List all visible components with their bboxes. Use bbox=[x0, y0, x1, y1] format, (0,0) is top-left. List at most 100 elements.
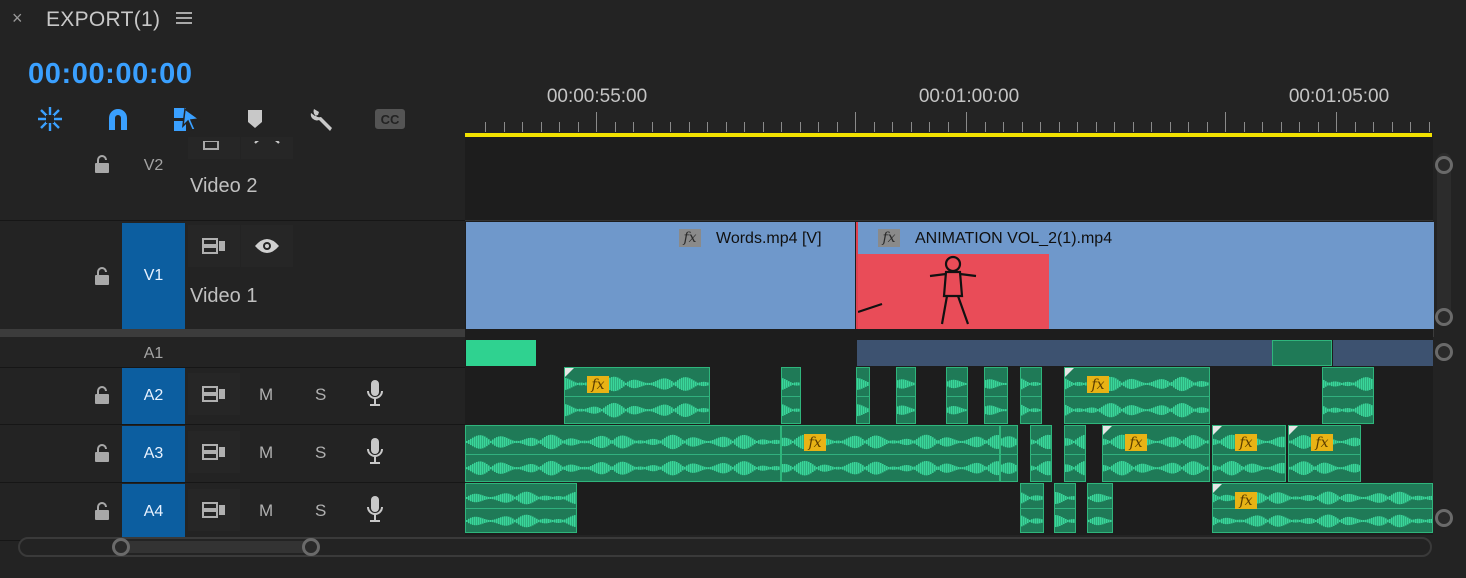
playhead-timecode[interactable]: 00:00:00:00 bbox=[28, 58, 193, 91]
audio-clip[interactable] bbox=[1000, 425, 1018, 482]
audio-clip[interactable] bbox=[1020, 367, 1042, 424]
audio-clip[interactable]: fx bbox=[1212, 483, 1433, 533]
ruler-tick bbox=[836, 122, 838, 132]
ruler-tick bbox=[910, 122, 912, 132]
ruler-tick bbox=[1428, 122, 1430, 132]
ruler-tick bbox=[762, 122, 764, 132]
video-clip-animation[interactable]: fx ANIMATION VOL_2(1).mp4 bbox=[856, 222, 1435, 329]
ruler-tick bbox=[929, 122, 930, 132]
transition-marker bbox=[1103, 426, 1112, 435]
audio-clip[interactable] bbox=[856, 367, 870, 424]
scroll-handle-top[interactable] bbox=[1435, 343, 1453, 361]
sync-lock-icon[interactable] bbox=[188, 431, 240, 473]
audio-clip-linked[interactable] bbox=[857, 340, 1272, 366]
fx-badge: fx bbox=[1311, 434, 1333, 451]
dancer-figure-icon bbox=[858, 255, 977, 325]
audio-clip[interactable] bbox=[466, 340, 536, 366]
audio-clip[interactable] bbox=[1054, 483, 1076, 533]
close-tab-button[interactable]: × bbox=[12, 8, 23, 29]
track-target-a1[interactable]: A1 bbox=[122, 343, 185, 365]
captions-icon[interactable]: CC bbox=[373, 104, 407, 134]
audio-clip[interactable] bbox=[1322, 367, 1374, 424]
ruler-tick bbox=[1003, 122, 1004, 132]
ruler-label: 00:00:55:00 bbox=[546, 86, 648, 107]
audio-clip[interactable] bbox=[1272, 340, 1332, 366]
track-label-v2: Video 2 bbox=[190, 175, 258, 197]
audio-clip-linked[interactable] bbox=[1333, 340, 1433, 366]
audio-clip[interactable] bbox=[896, 367, 916, 424]
ruler-tick bbox=[799, 122, 801, 132]
zoom-handle-right[interactable] bbox=[302, 538, 320, 556]
zoom-handle-left[interactable] bbox=[112, 538, 130, 556]
mute-button[interactable]: M bbox=[259, 501, 273, 521]
audio-clip[interactable]: fx bbox=[1288, 425, 1361, 482]
microphone-icon[interactable] bbox=[366, 495, 384, 523]
sync-lock-icon[interactable] bbox=[188, 489, 240, 531]
scroll-handle-top[interactable] bbox=[1435, 156, 1453, 174]
lock-icon[interactable] bbox=[92, 385, 112, 405]
video-clip-words[interactable]: fx Words.mp4 [V] bbox=[466, 222, 855, 329]
track-target-v2[interactable]: V2 bbox=[122, 149, 185, 183]
lock-icon[interactable] bbox=[92, 501, 112, 521]
scroll-handle-bottom[interactable] bbox=[1435, 308, 1453, 326]
audio-clip[interactable] bbox=[1030, 425, 1052, 482]
track-label-v1: Video 1 bbox=[190, 285, 258, 307]
scroll-handle-bottom[interactable] bbox=[1435, 509, 1453, 527]
lock-icon[interactable] bbox=[92, 443, 112, 463]
audio-clip[interactable] bbox=[781, 367, 801, 424]
ruler-tick bbox=[1114, 122, 1115, 132]
ruler-tick bbox=[1373, 122, 1374, 132]
lock-icon[interactable] bbox=[92, 154, 112, 174]
ruler-tick bbox=[1169, 122, 1171, 132]
audio-clip[interactable]: fx bbox=[564, 367, 710, 424]
track-header-a1: A1 bbox=[0, 337, 465, 368]
solo-button[interactable]: S bbox=[315, 501, 326, 521]
audio-clip[interactable] bbox=[1087, 483, 1113, 533]
track-header-v2: V2 Video 2 bbox=[0, 137, 465, 221]
solo-button[interactable]: S bbox=[315, 443, 326, 463]
solo-button[interactable]: S bbox=[315, 385, 326, 405]
track-target-a3[interactable]: A3 bbox=[122, 426, 185, 482]
add-marker-icon[interactable] bbox=[238, 104, 272, 134]
audio-clip[interactable]: fx bbox=[781, 425, 1000, 482]
sync-lock-icon[interactable] bbox=[188, 137, 240, 159]
svg-text:CC: CC bbox=[381, 112, 400, 127]
audio-clip[interactable] bbox=[984, 367, 1008, 424]
ruler-tick bbox=[1132, 122, 1134, 132]
eye-icon[interactable] bbox=[241, 225, 293, 267]
snap-magnet-icon[interactable] bbox=[101, 104, 135, 134]
ruler-label: 00:01:00:00 bbox=[918, 86, 1020, 107]
sync-lock-icon[interactable] bbox=[188, 225, 240, 267]
linked-selection-icon[interactable] bbox=[169, 104, 203, 134]
audio-clip[interactable] bbox=[1064, 425, 1086, 482]
track-target-a4[interactable]: A4 bbox=[122, 484, 185, 540]
audio-clip[interactable] bbox=[946, 367, 968, 424]
ruler-tick bbox=[1077, 122, 1078, 132]
ruler-tick bbox=[688, 122, 690, 132]
audio-clip[interactable] bbox=[465, 483, 577, 533]
horizontal-zoom-scrollbar[interactable] bbox=[18, 537, 1432, 557]
mute-button[interactable]: M bbox=[259, 385, 273, 405]
audio-clip[interactable]: fx bbox=[1102, 425, 1210, 482]
track-target-a2[interactable]: A2 bbox=[122, 368, 185, 424]
timeline-tracks-area[interactable]: fx Words.mp4 [V] fx ANIMATION VOL_2(1).m… bbox=[465, 137, 1435, 535]
microphone-icon[interactable] bbox=[366, 379, 384, 407]
audio-clip[interactable] bbox=[465, 425, 781, 482]
fx-badge: fx bbox=[804, 434, 826, 451]
audio-clip[interactable]: fx bbox=[1064, 367, 1210, 424]
lock-icon[interactable] bbox=[92, 266, 112, 286]
eye-icon[interactable] bbox=[241, 137, 293, 159]
vertical-scrollbar[interactable] bbox=[1434, 137, 1454, 535]
microphone-icon[interactable] bbox=[366, 437, 384, 465]
time-ruler[interactable]: 00:00:55:00 00:01:00:00 00:01:05:00 bbox=[465, 60, 1433, 138]
sequence-tab-title[interactable]: EXPORT(1) bbox=[46, 8, 160, 32]
settings-wrench-icon[interactable] bbox=[305, 104, 339, 134]
audio-clip[interactable]: fx bbox=[1212, 425, 1286, 482]
nest-sequence-icon[interactable] bbox=[33, 104, 67, 134]
audio-clip[interactable] bbox=[1020, 483, 1044, 533]
track-target-v1[interactable]: V1 bbox=[122, 223, 185, 329]
sync-lock-icon[interactable] bbox=[188, 373, 240, 415]
mute-button[interactable]: M bbox=[259, 443, 273, 463]
hamburger-menu-icon[interactable] bbox=[176, 9, 192, 27]
clip-name: Words.mp4 [V] bbox=[716, 230, 822, 247]
